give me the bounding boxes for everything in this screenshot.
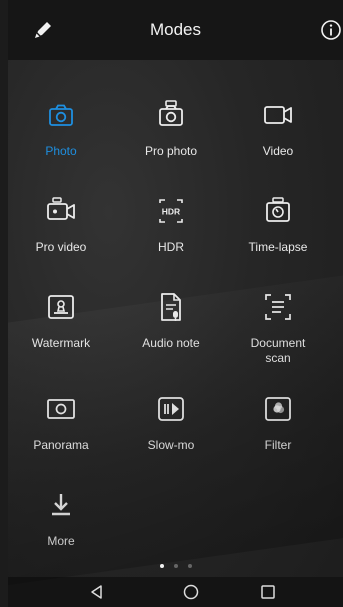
info-icon[interactable]: [320, 19, 342, 41]
mode-label: Time-lapse: [248, 240, 308, 254]
mode-filter[interactable]: Filter: [223, 392, 333, 453]
back-triangle-icon[interactable]: [87, 582, 107, 602]
watermark-icon: [48, 295, 74, 319]
mode-label: Audio note: [142, 336, 200, 350]
mode-audio-note[interactable]: Audio note: [116, 290, 226, 351]
top-bar: Modes: [8, 0, 343, 60]
mode-label: Video: [262, 144, 294, 158]
mode-panorama[interactable]: Panorama: [8, 392, 116, 453]
mode-label: Photo: [45, 144, 77, 158]
mode-label: Panorama: [33, 438, 89, 452]
mode-video-camera[interactable]: Video: [223, 98, 333, 159]
mode-pro-camera[interactable]: Pro photo: [116, 98, 226, 159]
camera-icon: [49, 104, 73, 126]
mode-label: Watermark: [31, 336, 91, 350]
document-scan-icon: [265, 294, 291, 320]
mode-label: Filter: [264, 438, 292, 452]
mode-label: Pro video: [35, 240, 87, 254]
panorama-icon: [47, 399, 75, 419]
mode-slow-mo[interactable]: Slow-mo: [116, 392, 226, 453]
page-indicator: [8, 564, 343, 568]
audio-note-icon: [161, 293, 181, 321]
mode-hdr[interactable]: HDR HDR: [116, 194, 226, 255]
page-title: Modes: [149, 20, 202, 39]
slow-mo-icon: [158, 397, 184, 421]
page-dot: [173, 564, 178, 568]
mode-time-lapse[interactable]: Time-lapse: [223, 194, 333, 255]
page-dot-active: [159, 564, 164, 568]
recents-square-icon[interactable]: [258, 582, 278, 602]
mode-document-scan[interactable]: Document scan: [223, 290, 333, 366]
page-dot: [187, 564, 192, 568]
mode-pro-video[interactable]: Pro video: [8, 194, 116, 255]
mode-watermark[interactable]: Watermark: [8, 290, 116, 351]
home-circle-icon[interactable]: [181, 582, 201, 602]
modes-screen: Modes Photo Pro photo Video Pro video HDR HDR…: [8, 0, 343, 607]
navigation-bar: [8, 577, 343, 607]
mode-label: HDR: [158, 240, 184, 254]
mode-label: More: [47, 534, 75, 548]
download-icon: [52, 494, 70, 516]
mode-label: Pro photo: [144, 144, 198, 158]
pro-video-icon: [47, 197, 75, 220]
filter-icon: [265, 397, 291, 421]
pro-camera-icon: [159, 100, 183, 126]
mode-download[interactable]: More: [8, 488, 116, 549]
time-lapse-icon: [266, 197, 290, 222]
mode-camera[interactable]: Photo: [8, 98, 116, 159]
video-camera-icon: [264, 106, 292, 124]
svg-text:HDR: HDR: [162, 207, 180, 217]
mode-label: Slow-mo: [147, 438, 195, 452]
mode-label: Document scan: [250, 336, 306, 365]
hdr-icon: HDR: [159, 199, 183, 223]
